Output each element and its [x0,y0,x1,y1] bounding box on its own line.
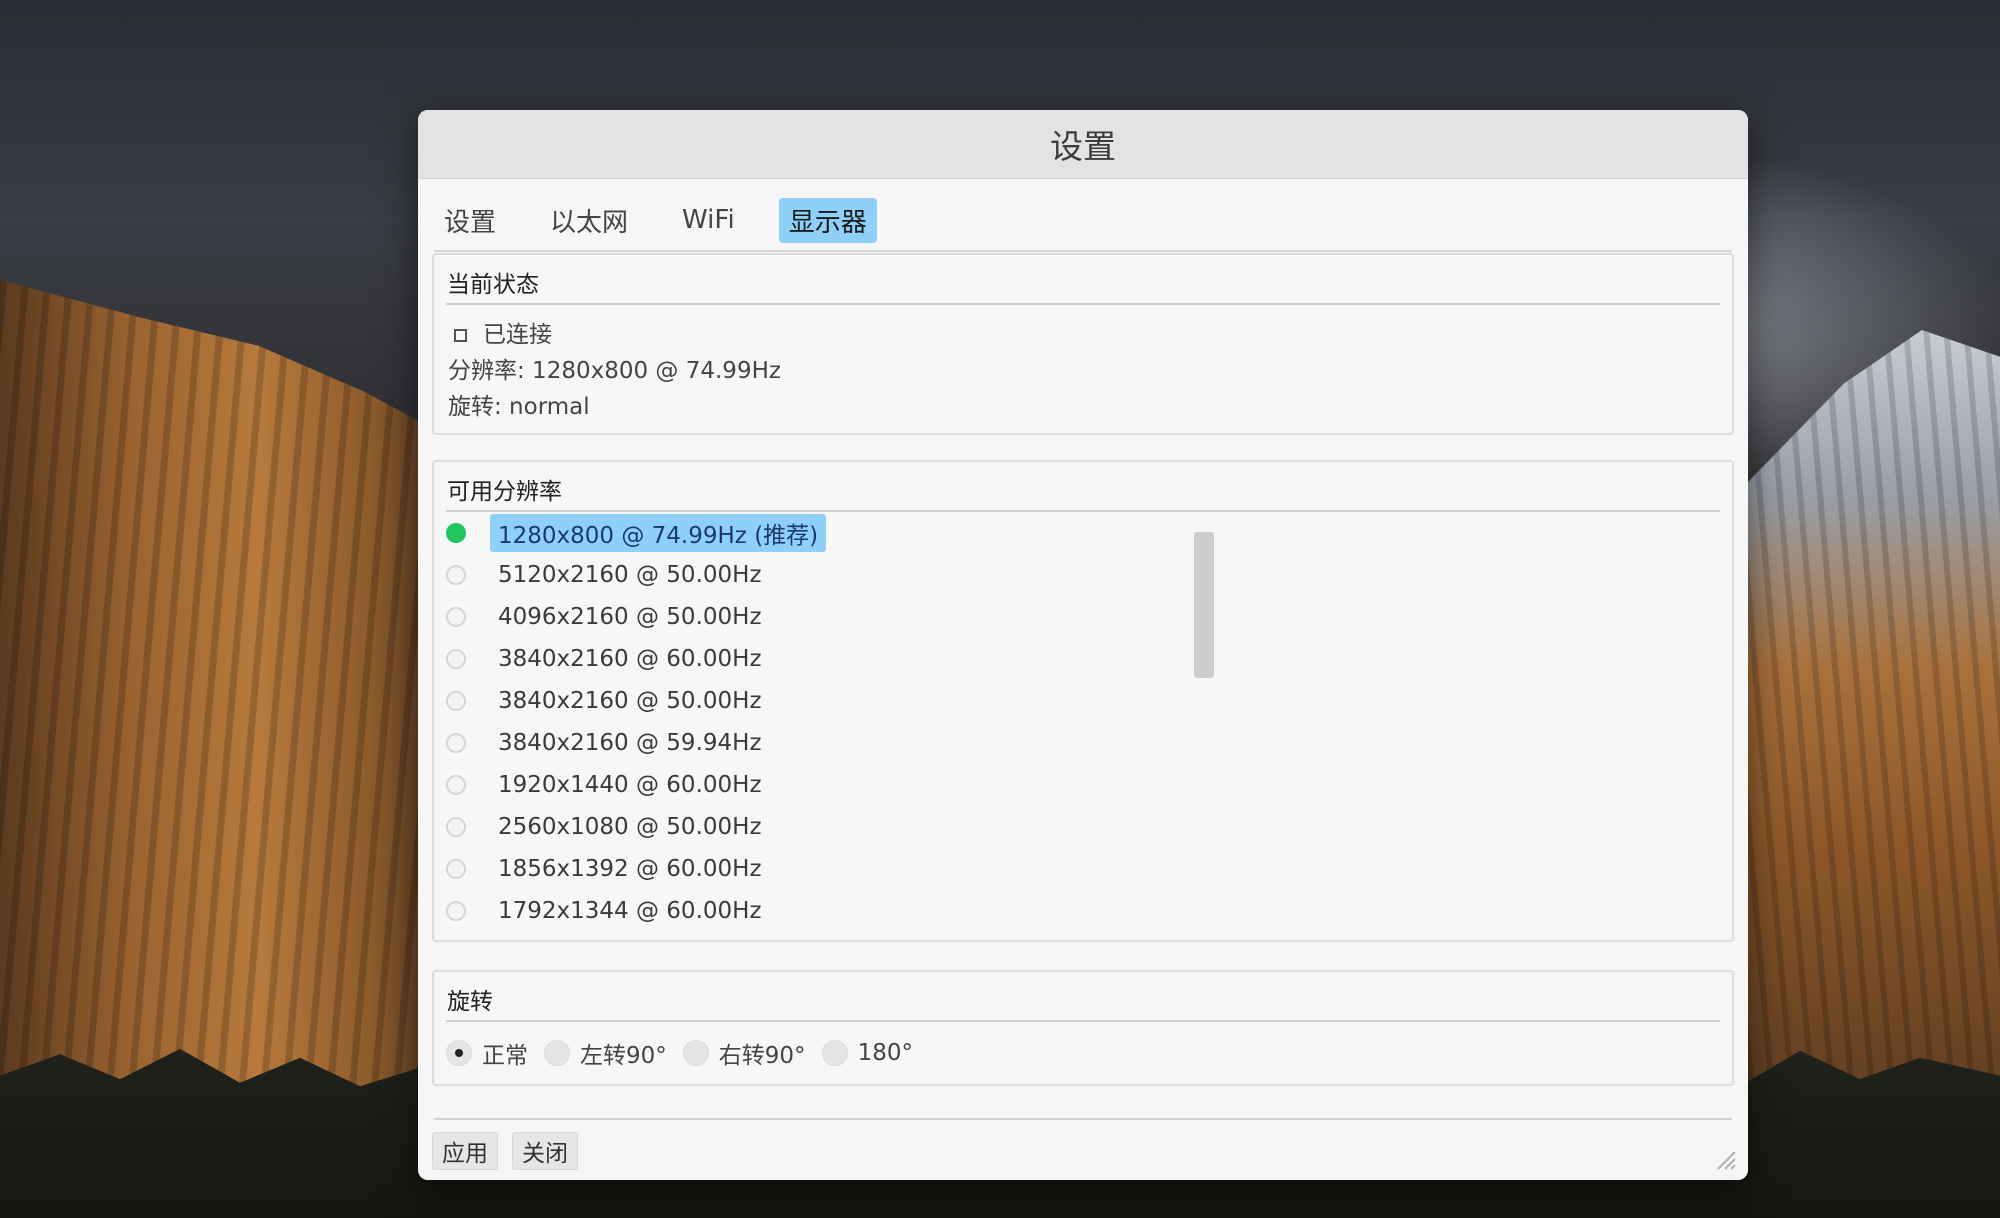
current-status-group: 当前状态 已连接 分辨率: 1280x800 @ 74.99Hz 旋转: nor… [432,253,1734,435]
rotation-option-label: 180° [857,1040,913,1066]
resolution-item[interactable]: 4096x2160 @ 50.00Hz [434,596,834,638]
resolution-label: 5120x2160 @ 50.00Hz [498,562,762,588]
radio-icon [446,733,466,753]
resize-grip-icon[interactable] [1714,1148,1736,1170]
rotation-option-label: 右转90° [718,1043,806,1069]
tab-bar: 设置 以太网 WiFi 显示器 [434,190,1732,252]
radio-icon [544,1040,570,1066]
window-titlebar[interactable]: 设置 [418,110,1748,179]
rotation-option-label: 左转90° [580,1043,667,1069]
resolution-label: 1792x1344 @ 60.00Hz [498,898,762,924]
resolution-item[interactable]: 1792x1344 @ 60.00Hz [434,890,834,932]
current-resolution: 分辨率: 1280x800 @ 74.99Hz [448,358,781,384]
resolution-item[interactable]: 5120x2160 @ 50.00Hz [434,554,834,596]
resolution-item[interactable]: 3840x2160 @ 50.00Hz [434,680,834,722]
rotation-option-left90[interactable]: 左转90° [544,1036,667,1070]
resolution-label: 3840x2160 @ 50.00Hz [498,688,762,714]
resolution-label: 4096x2160 @ 50.00Hz [498,604,762,630]
footer-divider [434,1118,1732,1120]
settings-dialog: 设置 设置 以太网 WiFi 显示器 当前状态 已连接 分辨率: 1280x80… [418,110,1748,1180]
radio-icon [446,817,466,837]
available-resolutions-group: 可用分辨率 1280x800 @ 74.99Hz (推荐) 5120x2160 … [432,460,1734,942]
rotation-option-right90[interactable]: 右转90° [682,1036,806,1070]
checkbox-icon [454,328,467,342]
tab-wifi[interactable]: WiFi [672,201,745,239]
available-resolutions-title: 可用分辨率 [447,479,562,505]
connected-label: 已连接 [483,322,552,348]
radio-icon [446,691,466,711]
tab-display[interactable]: 显示器 [778,197,877,243]
radio-icon [446,649,466,669]
resolution-item[interactable]: 2560x1080 @ 50.00Hz [434,806,834,848]
resolution-label: 1280x800 @ 74.99Hz (推荐) [490,514,827,552]
rotation-title: 旋转 [447,989,493,1015]
resolution-label: 3840x2160 @ 59.94Hz [498,730,762,756]
selected-dot-icon [446,523,466,543]
radio-checked-icon [446,1040,472,1066]
window-title: 设置 [1050,127,1116,166]
resolution-item[interactable]: 1280x800 @ 74.99Hz (推荐) [434,512,834,554]
resolution-list[interactable]: 1280x800 @ 74.99Hz (推荐) 5120x2160 @ 50.0… [434,512,834,937]
rotation-option-180[interactable]: 180° [821,1040,913,1066]
rotation-option-label: 正常 [482,1043,528,1069]
apply-button[interactable]: 应用 [432,1132,498,1170]
current-rotation: 旋转: normal [448,394,590,420]
radio-icon [821,1040,848,1066]
radio-icon [446,565,466,585]
radio-icon [446,901,466,921]
resolution-item[interactable]: 1920x1440 @ 60.00Hz [434,764,834,806]
radio-icon [446,607,466,627]
resolution-item[interactable]: 3840x2160 @ 60.00Hz [434,638,834,680]
rotation-options: 正常 左转90° 右转90° 180° [434,1022,1732,1084]
current-status-title: 当前状态 [447,272,539,298]
radio-icon [446,775,466,795]
resolution-label: 2560x1080 @ 50.00Hz [498,814,762,840]
resolution-label: 3840x2160 @ 60.00Hz [498,646,762,672]
connected-status: 已连接 [448,317,1718,353]
close-button[interactable]: 关闭 [512,1132,578,1170]
resolution-list-scrollbar[interactable] [1194,532,1214,678]
radio-icon [446,859,466,879]
resolution-label: 1856x1392 @ 60.00Hz [498,856,762,882]
tab-settings[interactable]: 设置 [434,198,506,243]
resolution-label: 1920x1440 @ 60.00Hz [498,772,762,798]
resolution-item[interactable]: 1856x1392 @ 60.00Hz [434,848,834,890]
resolution-item[interactable]: 3840x2160 @ 59.94Hz [434,722,834,764]
rotation-group: 旋转 正常 左转90° 右转90° 180° [432,970,1734,1086]
rotation-option-normal[interactable]: 正常 [446,1036,528,1070]
radio-icon [682,1040,709,1066]
tab-ethernet[interactable]: 以太网 [540,198,638,243]
